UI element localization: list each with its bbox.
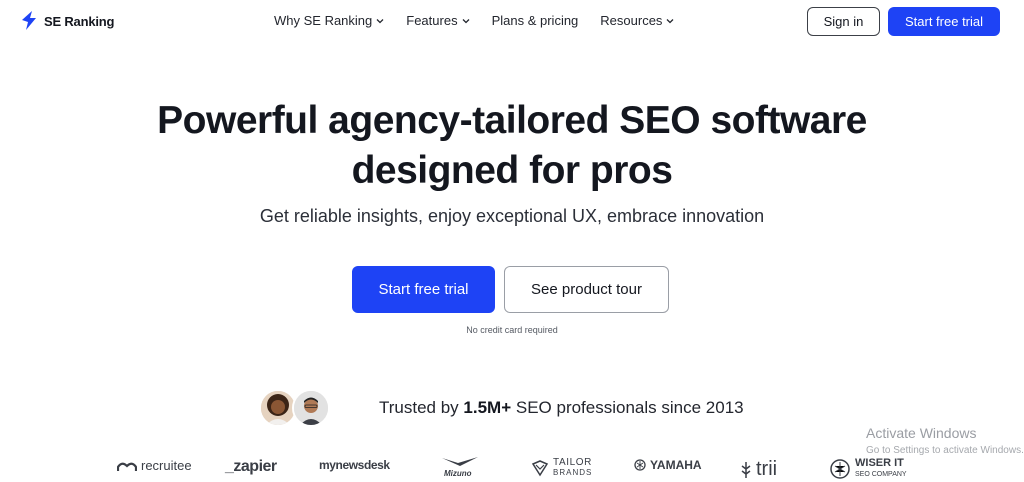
yamaha-text: YAMAHA bbox=[650, 458, 702, 472]
start-free-trial-button[interactable]: Start free trial bbox=[352, 266, 495, 313]
recruitee-icon bbox=[117, 462, 137, 471]
nav-label: Resources bbox=[600, 13, 663, 28]
tailor-line1: TAILOR bbox=[553, 457, 592, 468]
hero-subtitle: Get reliable insights, enjoy exceptional… bbox=[259, 206, 765, 226]
chevron-down-icon bbox=[462, 18, 470, 23]
mizuno-text: Mizuno bbox=[444, 469, 472, 478]
user-avatars bbox=[259, 389, 333, 429]
hero-title-line1: Powerful agency-tailored SEO software bbox=[157, 99, 867, 142]
recruitee-logo: recruitee bbox=[117, 458, 192, 473]
no-credit-card-note: No credit card required bbox=[466, 325, 558, 335]
tailor-brands-icon bbox=[531, 460, 549, 477]
trusted-prefix: Trusted by bbox=[379, 398, 464, 417]
tailor-line2: BRANDS bbox=[553, 468, 593, 477]
trusted-count: 1.5M+ bbox=[463, 398, 512, 417]
tailor-brands-logo: TAILOR BRANDS bbox=[531, 458, 592, 478]
mizuno-runbird-icon: Mizuno bbox=[442, 457, 478, 478]
mizuno-logo: Mizuno bbox=[440, 454, 480, 478]
mynewsdesk-text: mynewsdesk bbox=[319, 458, 390, 472]
hero-title-line2: designed for pros bbox=[351, 149, 673, 192]
see-product-tour-button[interactable]: See product tour bbox=[504, 266, 669, 313]
activate-windows-title: Activate Windows bbox=[866, 425, 977, 441]
start-free-trial-header-button[interactable]: Start free trial bbox=[888, 7, 1000, 36]
hero-title: Powerful agency-tailored SEO software de… bbox=[0, 96, 1024, 196]
yamaha-tuning-fork-icon bbox=[634, 459, 646, 471]
brand-name: SE Ranking bbox=[44, 13, 115, 29]
client-logos: recruitee _zapier mynewsdesk Mizuno TAIL… bbox=[0, 454, 1024, 482]
se-ranking-logo-icon bbox=[22, 11, 36, 30]
man-avatar-icon bbox=[294, 391, 328, 425]
trusted-suffix: SEO professionals since 2013 bbox=[511, 398, 744, 417]
activate-windows-subtitle: Go to Settings to activate Windows. bbox=[866, 445, 1024, 456]
wiser-line2: SEO COMPANY bbox=[855, 471, 907, 478]
nav-resources[interactable]: Resources bbox=[600, 13, 674, 28]
wiser-it-logo: WISER IT SEO COMPANY bbox=[829, 458, 907, 480]
mynewsdesk-logo: mynewsdesk bbox=[319, 458, 390, 472]
chevron-down-icon bbox=[376, 18, 384, 23]
brand-logo[interactable]: SE Ranking bbox=[20, 10, 114, 32]
trii-logo: trii bbox=[740, 458, 777, 481]
trii-tree-icon bbox=[741, 461, 751, 478]
nav-label: Plans & pricing bbox=[491, 13, 579, 28]
zapier-logo: _zapier bbox=[225, 458, 277, 476]
recruitee-text: recruitee bbox=[141, 458, 192, 473]
nav-label: Features bbox=[406, 13, 458, 28]
nav-plans-pricing[interactable]: Plans & pricing bbox=[492, 13, 579, 28]
wiser-line1: WISER IT bbox=[855, 457, 904, 469]
sign-in-button[interactable]: Sign in bbox=[807, 7, 880, 36]
trusted-by-text: Trusted by 1.5M+ SEO professionals since… bbox=[379, 398, 744, 418]
zapier-text: _zapier bbox=[225, 458, 277, 475]
trii-text: trii bbox=[756, 458, 778, 480]
main-nav: Why SE Ranking Features Plans & pricing … bbox=[274, 13, 696, 28]
wiser-it-brain-icon bbox=[830, 459, 850, 479]
nav-label: Why SE Ranking bbox=[274, 13, 373, 28]
woman-avatar-icon bbox=[261, 391, 295, 425]
chevron-down-icon bbox=[666, 18, 674, 23]
nav-why-se-ranking[interactable]: Why SE Ranking bbox=[274, 13, 384, 28]
avatar bbox=[292, 389, 330, 427]
nav-features[interactable]: Features bbox=[406, 13, 470, 28]
top-navbar: SE Ranking Why SE Ranking Features Plans… bbox=[0, 0, 1024, 44]
yamaha-logo: YAMAHA bbox=[634, 458, 702, 472]
